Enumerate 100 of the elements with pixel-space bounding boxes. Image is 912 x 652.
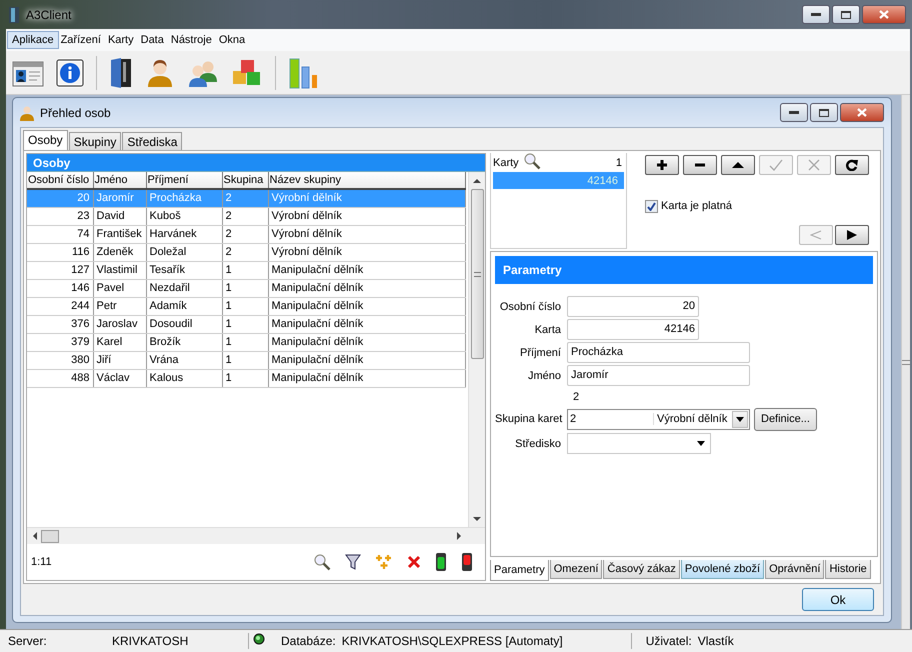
input-field[interactable]: 42146: [567, 319, 699, 340]
field-label: Jméno: [526, 370, 562, 382]
person-icon: [20, 104, 34, 120]
field-label: Skupina karet: [495, 413, 564, 426]
scrollbar[interactable]: [27, 527, 485, 544]
info-icon[interactable]: [56, 58, 84, 86]
table-row[interactable]: 379 Karel Brožík 1 Manipulační dělník: [27, 333, 465, 351]
caret-icon: [697, 441, 705, 446]
column-header[interactable]: Jméno: [93, 172, 146, 189]
column-header[interactable]: Skupina: [222, 172, 268, 189]
table-row[interactable]: 146 Pavel Nezdařil 1 Manipulační dělník: [27, 279, 465, 297]
maximize-button[interactable]: [810, 103, 838, 122]
table-row[interactable]: 376 Jaroslav Dosoudil 1 Manipulační dělník: [27, 315, 465, 333]
table-row[interactable]: 23 David Kuboš 2 Výrobní dělník: [27, 207, 465, 225]
table-cell: Nezdařil: [146, 279, 222, 297]
table-cell: Zdeněk: [93, 243, 146, 261]
tab[interactable]: Osoby: [23, 130, 68, 150]
input-field[interactable]: Jaromír: [567, 365, 750, 386]
field-label: Karta: [534, 324, 562, 336]
search-icon[interactable]: [313, 553, 331, 571]
field-label: Středisko: [514, 438, 562, 450]
table-cell: 488: [27, 369, 93, 387]
table-cell: 379: [27, 333, 93, 351]
table-cell: 2: [222, 207, 268, 225]
plus-icon: [656, 159, 668, 171]
column-header[interactable]: Osobní číslo: [27, 172, 93, 189]
table-cell: Doležal: [146, 243, 222, 261]
minimize-icon: [789, 110, 799, 114]
table-cell: 1: [222, 261, 268, 279]
input-field[interactable]: 20: [567, 296, 699, 318]
tab[interactable]: Parametry: [490, 560, 549, 581]
maximize-button[interactable]: [832, 5, 860, 24]
tab[interactable]: Povolené zboží: [680, 560, 764, 579]
tab[interactable]: Historie: [825, 560, 871, 579]
table-cell: Procházka: [146, 189, 222, 207]
maximize-icon: [841, 10, 851, 18]
cross-icon: [808, 159, 820, 171]
table-row[interactable]: 488 Václav Kalous 1 Manipulační dělník: [27, 369, 465, 387]
add-button[interactable]: [645, 155, 679, 175]
card-count: 1: [616, 156, 622, 168]
tab[interactable]: Oprávnění: [765, 560, 824, 579]
next-button[interactable]: [835, 225, 869, 246]
table-cell: Brožík: [146, 333, 222, 351]
table-cell: 2: [222, 189, 268, 207]
table-row[interactable]: 116 Zdeněk Doležal 2 Výrobní dělník: [27, 243, 465, 261]
checkbox[interactable]: [645, 200, 658, 212]
delete-icon[interactable]: [407, 555, 421, 569]
table-cell: 146: [27, 279, 93, 297]
binder-icon[interactable]: [109, 56, 133, 88]
column-header[interactable]: Název skupiny: [268, 172, 465, 189]
tab[interactable]: Skupiny: [68, 132, 122, 150]
minimize-button[interactable]: [780, 103, 808, 122]
remove-button[interactable]: [683, 155, 717, 175]
table-cell: Harvánek: [146, 225, 222, 243]
table-cell: Vrána: [146, 351, 222, 369]
status-label: Server:: [8, 634, 48, 648]
table-cell: 127: [27, 261, 93, 279]
table-cell: Vlastimil: [93, 261, 146, 279]
ok-button[interactable]: Ok: [802, 588, 874, 612]
scrollbar[interactable]: [468, 172, 485, 527]
status-lamp-icon[interactable]: [461, 552, 473, 572]
status-lamp-icon[interactable]: [435, 552, 447, 572]
table-cell: Manipulační dělník: [268, 369, 465, 387]
person-icon[interactable]: [145, 58, 175, 88]
dropdown[interactable]: 2 Výrobní dělník: [567, 408, 750, 430]
table-row[interactable]: 127 Vlastimil Tesařík 1 Manipulační dělník: [27, 261, 465, 279]
caret-icon: [736, 416, 744, 422]
table-row[interactable]: 244 Petr Adamík 1 Manipulační dělník: [27, 297, 465, 315]
tab[interactable]: Časový zákaz: [603, 560, 680, 579]
table-cell: 380: [27, 351, 93, 369]
close-button[interactable]: [862, 5, 906, 24]
column-header[interactable]: Příjmení: [146, 172, 222, 189]
table-cell: 2: [222, 243, 268, 261]
boxes-icon[interactable]: [231, 58, 263, 88]
table-cell: Jiří: [93, 351, 146, 369]
input-field[interactable]: Procházka: [567, 342, 750, 364]
group-number: 2: [573, 390, 580, 403]
table-cell: Jaromír: [93, 189, 146, 207]
tab[interactable]: Omezení: [550, 560, 602, 579]
checkbox-label: Karta je platná: [661, 200, 732, 212]
refresh-button[interactable]: [835, 155, 869, 175]
table-row[interactable]: 74 František Harvánek 2 Výrobní dělník: [27, 225, 465, 243]
minimize-button[interactable]: [802, 5, 830, 24]
definition-button[interactable]: Definice...: [754, 408, 817, 431]
tab[interactable]: Střediska: [122, 132, 182, 150]
table-cell: 376: [27, 315, 93, 333]
record-position: 1:11: [31, 556, 53, 568]
status-value: KRIVKATOSH\SQLEXPRESS [Automaty]: [342, 634, 564, 648]
field-label: Příjmení: [519, 346, 562, 359]
scrollbar[interactable]: [901, 95, 910, 630]
table-cell: Adamík: [146, 297, 222, 315]
bar-chart-icon[interactable]: [288, 56, 318, 88]
close-button[interactable]: [840, 103, 884, 122]
table-row[interactable]: 380 Jiří Vrána 1 Manipulační dělník: [27, 351, 465, 369]
up-button[interactable]: [721, 155, 755, 175]
maximize-icon: [819, 108, 829, 116]
list-title: Karty: [493, 156, 519, 168]
table-cell: 1: [222, 297, 268, 315]
menu-item[interactable]: Aplikace: [7, 31, 59, 49]
filter-icon[interactable]: [345, 553, 361, 571]
